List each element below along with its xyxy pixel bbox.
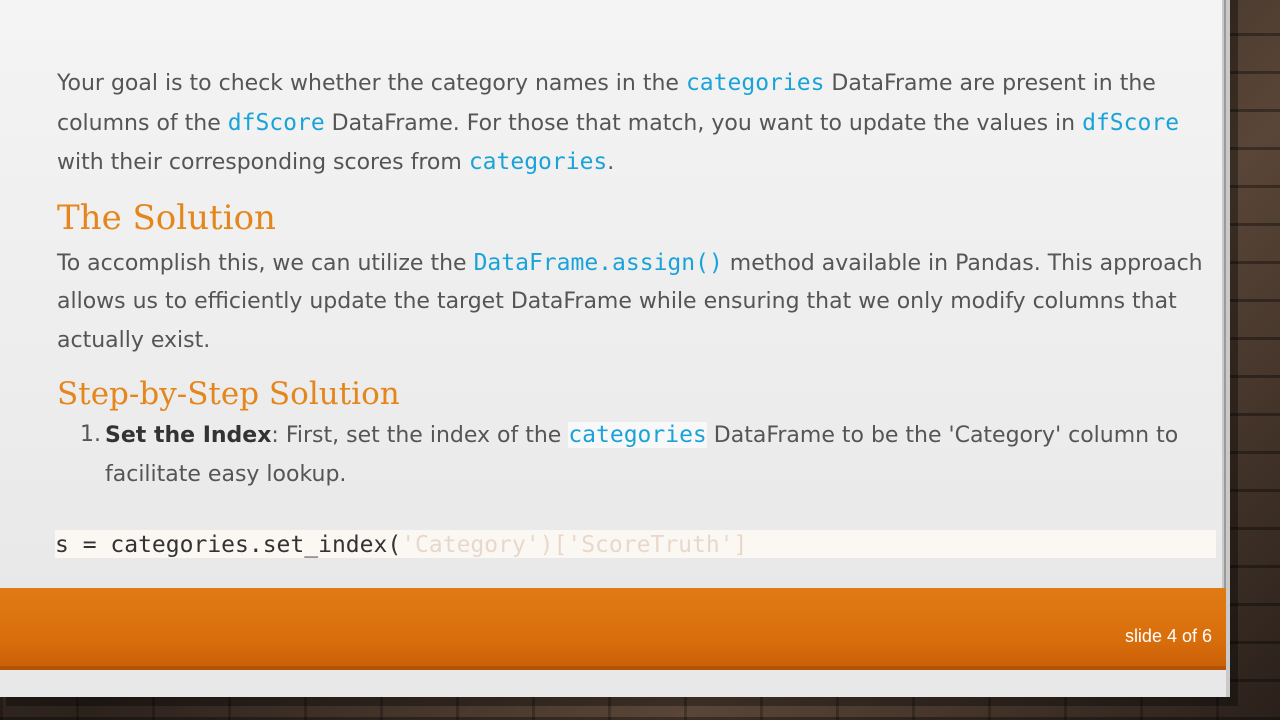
inline-code: categories (568, 422, 707, 448)
intro-paragraph: Your goal is to check whether the catego… (57, 64, 1217, 183)
step-title: Set the Index (105, 423, 272, 448)
solution-paragraph: To accomplish this, we can utilize the D… (57, 244, 1217, 361)
inline-code: categories (685, 70, 825, 96)
list-number: 1. (80, 422, 101, 447)
footer-bar: slide 4 of 6 (0, 588, 1226, 670)
steps-heading: Step-by-Step Solution (57, 376, 400, 412)
slide: Your goal is to check whether the catego… (0, 0, 1230, 697)
code-block: s = categories.set_index('Category')['Sc… (55, 530, 1216, 558)
code-line: s = categories.set_index( (55, 532, 402, 558)
inline-code: categories (468, 149, 608, 175)
slide-number: slide 4 of 6 (1124, 626, 1212, 646)
code-line-faded: 'Category')['ScoreTruth'] (401, 532, 748, 558)
intro-text: . (607, 150, 615, 175)
solution-text: To accomplish this, we can utilize the (57, 250, 474, 276)
inline-code: dfScore (1082, 109, 1180, 136)
bottom-strip (0, 670, 1226, 697)
step-text: : First, set the index of the (271, 423, 569, 448)
intro-text: DataFrame. For those that match, you wan… (324, 110, 1083, 136)
inline-code: dfScore (227, 109, 325, 136)
intro-text: with their corresponding scores from (57, 150, 469, 175)
solution-heading: The Solution (57, 197, 276, 238)
slide-content: Your goal is to check whether the catego… (57, 64, 1217, 494)
list-item: 1. Set the Index: First, set the index of… (57, 416, 1217, 494)
intro-text: Your goal is to check whether the catego… (57, 71, 686, 96)
inline-code: DataFrame.assign() (473, 249, 723, 276)
